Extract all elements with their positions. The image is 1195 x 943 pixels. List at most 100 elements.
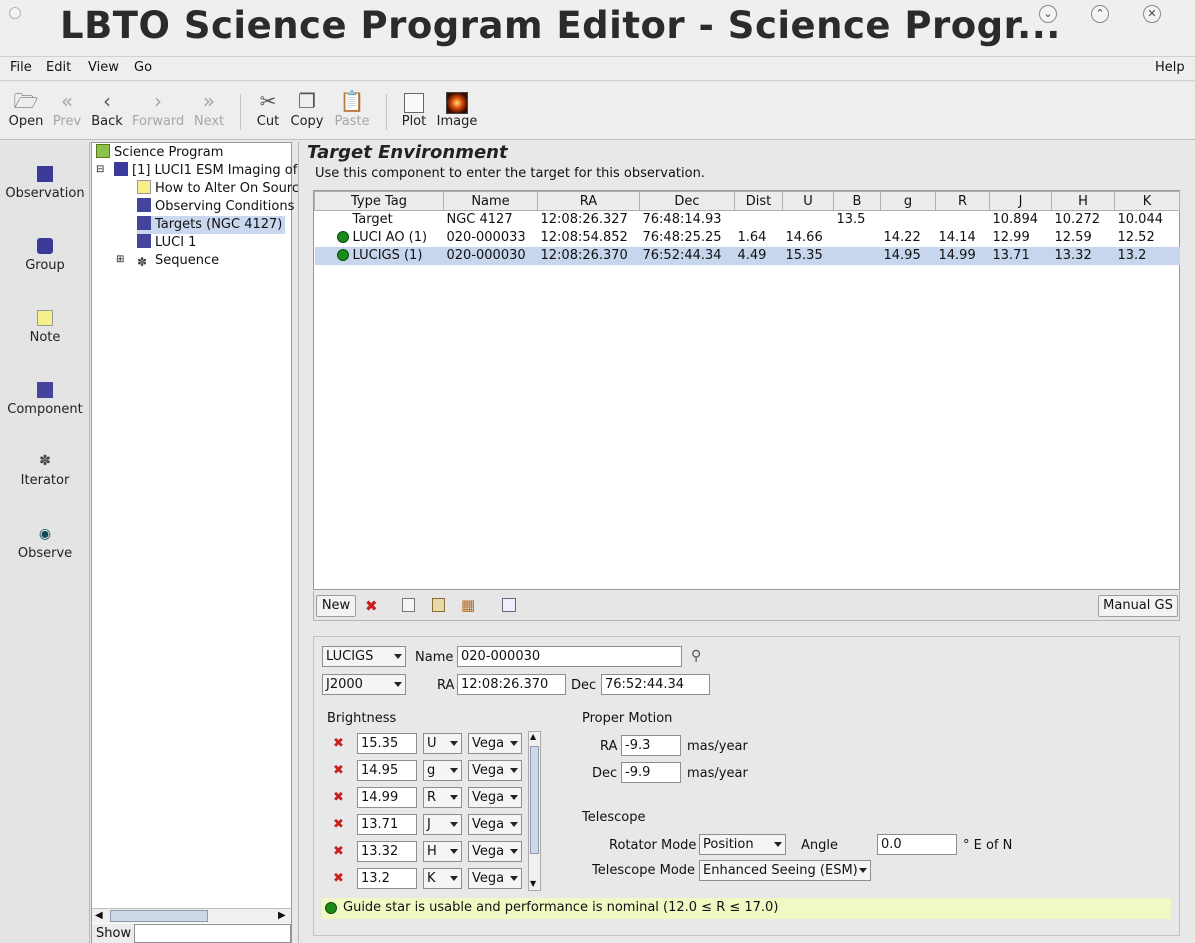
scroll-down-icon[interactable]: ▼ (530, 879, 536, 888)
angle-field[interactable]: 0.0 (877, 834, 957, 855)
column-header[interactable]: Dist (734, 191, 783, 211)
column-header[interactable]: Dec (639, 191, 735, 211)
band-select[interactable]: H (423, 841, 462, 862)
table-row[interactable]: Target NGC 4127 12:08:26.327 76:48:14.93… (315, 211, 1180, 229)
telescope-mode-select[interactable]: Enhanced Seeing (ESM) (699, 860, 871, 881)
tree-node-science-program[interactable]: Science Program (96, 144, 223, 162)
dropdown-arrow-icon (394, 654, 402, 659)
column-header[interactable]: Type Tag (314, 191, 444, 211)
column-header[interactable]: R (935, 191, 990, 211)
window-menu-icon[interactable] (9, 7, 21, 19)
manual-gs-button[interactable]: Manual GS (1098, 595, 1178, 617)
paste-button[interactable]: 📋 Paste (326, 88, 378, 129)
mag-system-select[interactable]: Vega (468, 760, 522, 781)
palette-iterator[interactable]: ✽ Iterator (0, 453, 90, 488)
remove-brightness-icon[interactable]: ✖ (333, 817, 344, 832)
tree-node-conditions[interactable]: Observing Conditions (137, 198, 294, 216)
remove-target-icon[interactable]: ✖ (365, 597, 378, 615)
menu-help[interactable]: Help (1155, 60, 1185, 75)
brightness-vscrollbar[interactable]: ▲ ▼ (528, 731, 541, 891)
menu-edit[interactable]: Edit (46, 60, 71, 75)
collapse-icon[interactable]: ⊟ (96, 164, 104, 175)
band-select[interactable]: U (423, 733, 462, 754)
scroll-up-icon[interactable]: ▲ (530, 732, 536, 741)
expand-icon[interactable]: ⊞ (116, 254, 124, 265)
column-header[interactable]: g (880, 191, 936, 211)
forward-button[interactable]: › Forward (132, 88, 184, 129)
brightness-heading: Brightness (327, 711, 397, 726)
brightness-value-field[interactable]: 15.35 (357, 733, 417, 754)
pm-ra-field[interactable]: -9.3 (621, 735, 681, 756)
rotator-mode-select[interactable]: Position (699, 834, 786, 855)
mag-system-select[interactable]: Vega (468, 787, 522, 808)
dropdown-arrow-icon (394, 682, 402, 687)
table-row[interactable]: LUCI AO (1) 020-000033 12:08:54.852 76:4… (315, 229, 1180, 247)
tree-hscroll-thumb[interactable] (110, 910, 208, 922)
target-list-icon[interactable] (502, 598, 516, 612)
guide-star-status-text: Guide star is usable and performance is … (343, 900, 779, 915)
close-icon[interactable]: ✕ (1143, 5, 1161, 23)
palette-observation[interactable]: Observation (0, 166, 90, 201)
palette-observe[interactable]: ◉ Observe (0, 526, 90, 561)
menu-file[interactable]: File (10, 60, 32, 75)
tree-node-note[interactable]: How to Alter On Sourc (137, 180, 299, 198)
column-header[interactable]: Name (443, 191, 538, 211)
coord-system-select[interactable]: J2000 (322, 674, 406, 695)
search-icon[interactable]: ⚲ (691, 648, 701, 664)
scroll-left-icon[interactable]: ◀ (95, 910, 103, 921)
column-header[interactable]: RA (537, 191, 640, 211)
band-select[interactable]: J (423, 814, 462, 835)
band-select[interactable]: K (423, 868, 462, 889)
tree-node-luci[interactable]: LUCI 1 (137, 234, 196, 252)
palette-group[interactable]: Group (0, 238, 90, 273)
brightness-value-field[interactable]: 14.95 (357, 760, 417, 781)
palette-component[interactable]: Component (0, 382, 90, 417)
remove-brightness-icon[interactable]: ✖ (333, 871, 344, 886)
remove-brightness-icon[interactable]: ✖ (333, 844, 344, 859)
target-tag-select[interactable]: LUCIGS (322, 646, 406, 667)
table-row-selected[interactable]: LUCIGS (1) 020-000030 12:08:26.370 76:52… (314, 246, 1180, 265)
remove-brightness-icon[interactable]: ✖ (333, 790, 344, 805)
mag-system-select[interactable]: Vega (468, 733, 522, 754)
minimize-icon[interactable]: ⌄ (1039, 5, 1057, 23)
maximize-icon[interactable]: ⌃ (1091, 5, 1109, 23)
column-header[interactable]: B (833, 191, 881, 211)
scroll-right-icon[interactable]: ▶ (278, 910, 286, 921)
name-field[interactable]: 020-000030 (457, 646, 682, 667)
brightness-value-field[interactable]: 13.32 (357, 841, 417, 862)
mag-system-select[interactable]: Vega (468, 841, 522, 862)
dec-field[interactable]: 76:52:44.34 (601, 674, 710, 695)
mag-system-select[interactable]: Vega (468, 814, 522, 835)
remove-brightness-icon[interactable]: ✖ (333, 763, 344, 778)
mag-system-select[interactable]: Vega (468, 868, 522, 889)
pm-dec-field[interactable]: -9.9 (621, 762, 681, 783)
image-button[interactable]: Image (431, 88, 483, 129)
tree-hscrollbar[interactable]: ◀ ▶ (92, 908, 291, 923)
tree-node-sequence[interactable]: ✽ Sequence (137, 252, 219, 270)
brightness-value-field[interactable]: 13.2 (357, 868, 417, 889)
tree-node-targets[interactable]: Targets (NGC 4127) (137, 216, 286, 234)
new-target-button[interactable]: New (316, 595, 356, 617)
column-header[interactable]: K (1114, 191, 1180, 211)
menu-go[interactable]: Go (134, 60, 152, 75)
column-header[interactable]: H (1051, 191, 1115, 211)
show-filter-input[interactable] (134, 924, 291, 943)
copy-target-icon[interactable] (402, 598, 415, 612)
column-header[interactable]: J (989, 191, 1052, 211)
band-select[interactable]: g (423, 760, 462, 781)
column-header[interactable]: U (782, 191, 834, 211)
observation-icon (114, 162, 128, 176)
ra-field[interactable]: 12:08:26.370 (457, 674, 566, 695)
menu-view[interactable]: View (88, 60, 119, 75)
next-button[interactable]: » Next (183, 88, 235, 129)
brightness-value-field[interactable]: 13.71 (357, 814, 417, 835)
palette-note[interactable]: Note (0, 310, 90, 345)
remove-brightness-icon[interactable]: ✖ (333, 736, 344, 751)
tree-node-observation[interactable]: [1] LUCI1 ESM Imaging of (114, 162, 297, 180)
brightness-vscroll-thumb[interactable] (530, 746, 539, 854)
paste-target-icon[interactable] (432, 598, 445, 612)
band-select[interactable]: R (423, 787, 462, 808)
duplicate-target-icon[interactable]: ▦ (461, 596, 475, 614)
back-button[interactable]: ‹ Back (81, 88, 133, 129)
brightness-value-field[interactable]: 14.99 (357, 787, 417, 808)
